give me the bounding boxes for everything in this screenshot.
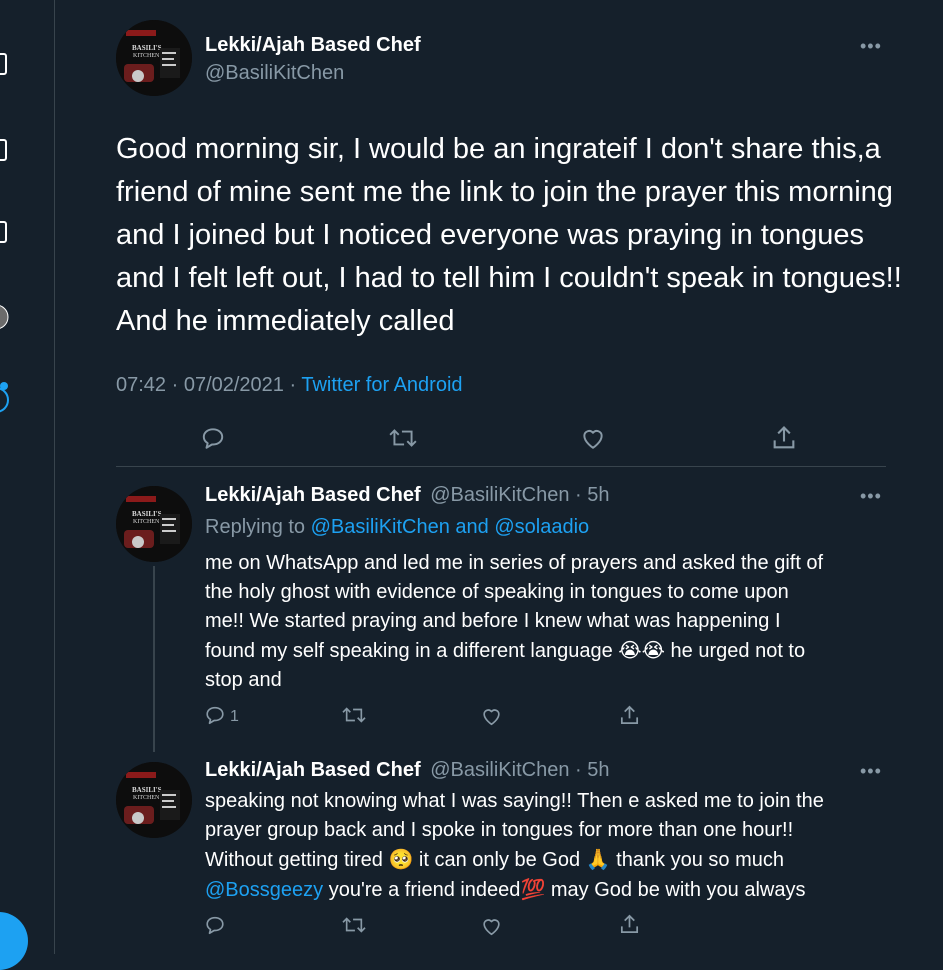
avatar-brand-line2: KITCHEN: [133, 795, 160, 801]
reply-line-text: Without getting tired: [205, 849, 389, 871]
share-button[interactable]: [770, 424, 798, 452]
compose-tweet-button[interactable]: [0, 912, 28, 970]
tweet-timestamp[interactable]: 07:42 · 07/02/2021 ·: [116, 374, 301, 396]
like-button[interactable]: [480, 915, 503, 937]
hundred-emoji: 💯: [520, 877, 546, 901]
reply-line: me on WhatsApp and led me in series of p…: [205, 552, 824, 574]
reply-line-text: you're a friend indeed: [323, 879, 521, 901]
reply-header: Lekki/Ajah Based Chef @BasiliKitChen · 5…: [205, 484, 609, 507]
tweet-source[interactable]: Twitter for Android: [301, 374, 462, 396]
like-button[interactable]: [480, 705, 503, 727]
share-button[interactable]: [618, 913, 641, 936]
reply-button[interactable]: [204, 704, 226, 726]
avatar[interactable]: BASILI'S KITCHEN: [116, 20, 192, 96]
tweet-meta: 07:42 · 07/02/2021 · Twitter for Android: [116, 374, 463, 397]
more-icon[interactable]: •••: [860, 761, 882, 782]
reply-line-text: thank you so much: [610, 849, 785, 871]
author-handle[interactable]: @BasiliKitChen · 5h: [430, 484, 609, 506]
divider: [116, 466, 886, 467]
reply-line-text: found my self speaking in a different la…: [205, 640, 613, 662]
avatar-brand-line2: KITCHEN: [133, 53, 160, 59]
thread-line: [153, 566, 155, 752]
reply-line: me!! We started praying and before I kne…: [205, 610, 781, 632]
reply-line: @Bossgeezy you're a friend indeed💯 may G…: [205, 875, 895, 905]
like-icon: [483, 709, 500, 726]
mention-link[interactable]: @Bossgeezy: [205, 879, 323, 901]
replying-to-link[interactable]: @BasiliKitChen and @solaadio: [311, 516, 590, 538]
reply-line: stop and: [205, 669, 282, 691]
avatar[interactable]: BASILI'S KITCHEN: [116, 486, 192, 562]
replying-prefix: Replying to: [205, 516, 311, 538]
reply-icon: [206, 706, 224, 725]
profile-icon[interactable]: [0, 220, 10, 244]
reply-text: speaking not knowing what I was saying!!…: [205, 787, 895, 905]
author-name[interactable]: Lekki/Ajah Based Chef: [205, 34, 421, 57]
reply-line: prayer group back and I spoke in tongues…: [205, 819, 794, 841]
avatar-brand-line1: BASILI'S: [132, 44, 162, 52]
reply-line: the holy ghost with evidence of speaking…: [205, 581, 789, 603]
reply-text: me on WhatsApp and led me in series of p…: [205, 549, 895, 695]
share-icon: [620, 705, 639, 725]
reply-line: found my self speaking in a different la…: [205, 636, 895, 666]
tweet-thread: BASILI'S KITCHEN Lekki/Ajah Based Chef @…: [55, 0, 943, 954]
retweet-icon: [389, 429, 417, 447]
avatar-brand-line1: BASILI'S: [132, 786, 162, 794]
retweet-button[interactable]: [341, 704, 367, 726]
like-button[interactable]: [579, 425, 607, 451]
retweet-icon: [342, 917, 366, 933]
retweet-icon: [342, 707, 366, 723]
author-handle[interactable]: @BasiliKitChen: [205, 62, 344, 85]
more-icon[interactable]: •••: [860, 486, 882, 507]
reply-line-text: may God be with you always: [545, 879, 806, 901]
user-avatar-icon[interactable]: [0, 302, 10, 332]
more-icon[interactable]: •••: [860, 36, 882, 57]
retweet-button[interactable]: [341, 914, 367, 936]
reply-button[interactable]: [200, 425, 226, 451]
tweet-text: Good morning sir, I would be an ingratei…: [116, 133, 902, 337]
reply-button[interactable]: [204, 914, 226, 936]
author-name[interactable]: Lekki/Ajah Based Chef: [205, 759, 421, 781]
reply-line: Without getting tired 🥺 it can only be G…: [205, 845, 895, 875]
avatar-brand-line1: BASILI'S: [132, 510, 162, 518]
reply-line-text: it can only be God: [413, 849, 586, 871]
author-handle[interactable]: @BasiliKitChen · 5h: [430, 759, 609, 781]
bookmark-icon[interactable]: [0, 52, 10, 76]
avatar-brand-line2: KITCHEN: [133, 519, 160, 525]
like-icon: [583, 430, 603, 449]
reply-icon: [206, 916, 224, 935]
reply-header: Lekki/Ajah Based Chef @BasiliKitChen · 5…: [205, 759, 609, 782]
reply-icon: [202, 428, 224, 449]
reply-line-text: he urged not to: [665, 640, 806, 662]
share-button[interactable]: [618, 704, 641, 727]
pleading-emoji: 🥺: [388, 847, 414, 871]
list-icon[interactable]: [0, 138, 10, 162]
replying-to: Replying to @BasiliKitChen and @solaadio: [205, 516, 589, 539]
reply-line: speaking not knowing what I was saying!!…: [205, 790, 824, 812]
more-menu-icon[interactable]: [0, 380, 10, 414]
avatar[interactable]: BASILI'S KITCHEN: [116, 762, 192, 838]
crying-emoji: 😭😭: [618, 638, 665, 662]
pray-emoji: 🙏: [585, 847, 611, 871]
share-icon: [620, 914, 639, 934]
left-sidebar: [0, 0, 55, 970]
author-name[interactable]: Lekki/Ajah Based Chef: [205, 484, 421, 506]
share-icon: [773, 426, 795, 449]
like-icon: [483, 919, 500, 936]
retweet-button[interactable]: [388, 425, 418, 451]
reply-count: 1: [230, 708, 239, 725]
